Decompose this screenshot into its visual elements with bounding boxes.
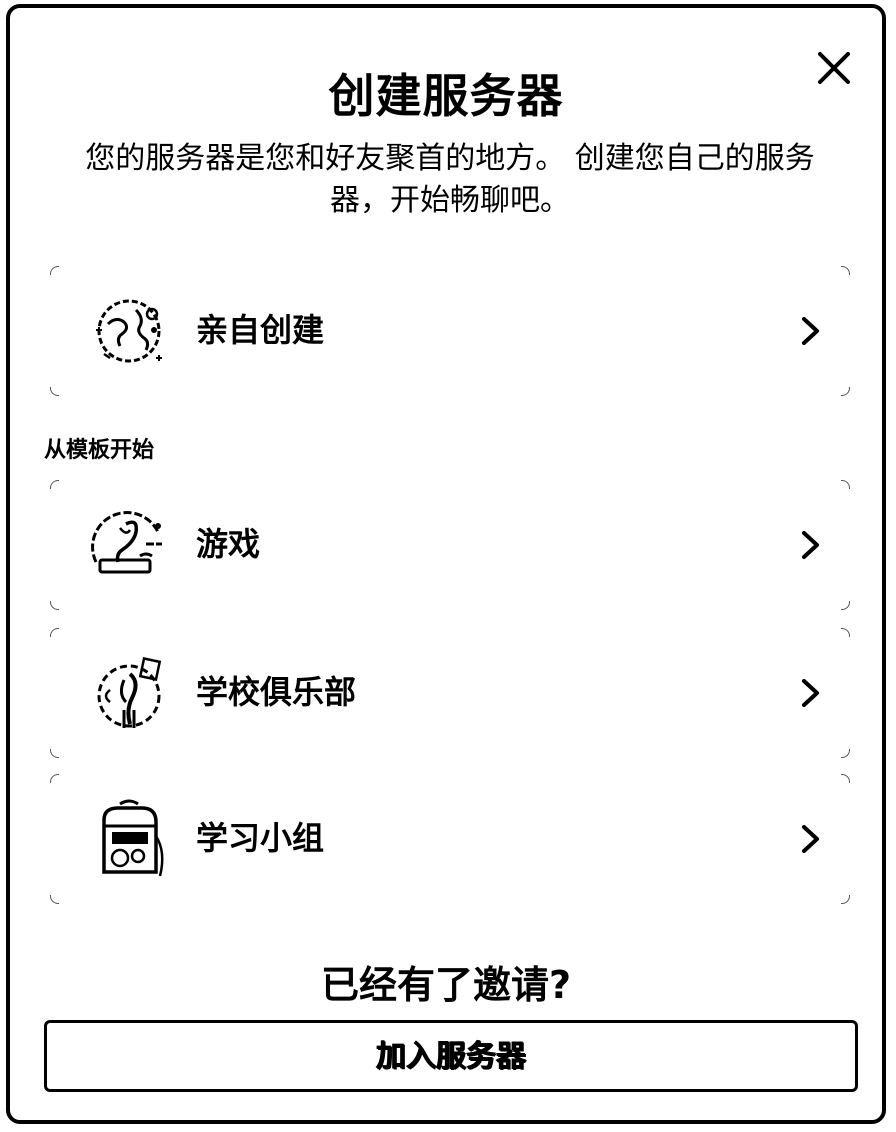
option-study-group[interactable]: 学习小组 <box>44 774 856 904</box>
dialog-title: 创建服务器 <box>328 69 564 123</box>
option-gaming[interactable]: 游戏 <box>44 480 856 610</box>
school-club-icon <box>97 657 162 728</box>
option-label: 学校俱乐部 <box>196 673 357 711</box>
backpack-icon <box>102 799 164 877</box>
join-server-button[interactable]: 加入服务器 <box>44 1020 858 1092</box>
globe-create-icon <box>96 299 162 363</box>
gaming-icon <box>91 511 162 574</box>
invite-title: 已经有了邀请? <box>320 963 572 1007</box>
chevron-right-icon <box>802 679 819 707</box>
option-label: 游戏 <box>196 525 261 563</box>
option-label: 学习小组 <box>196 819 325 857</box>
dialog-subtitle: 您的服务器是您和好友聚首的地方。 创建您自己的服务器，开始畅聊吧。 <box>85 141 815 218</box>
option-label: 亲自创建 <box>196 311 325 349</box>
chevron-right-icon <box>802 531 819 559</box>
chevron-right-icon <box>802 825 819 853</box>
option-school-club[interactable]: 学校俱乐部 <box>44 628 856 758</box>
create-server-dialog: 创建服务器 您的服务器是您和好友聚首的地方。 创建您自己的服务器，开始畅聊吧。 … <box>6 4 886 1124</box>
templates-section-label: 从模板开始 <box>44 438 155 463</box>
chevron-right-icon <box>802 317 819 345</box>
option-create-my-own[interactable]: 亲自创建 <box>44 266 856 396</box>
